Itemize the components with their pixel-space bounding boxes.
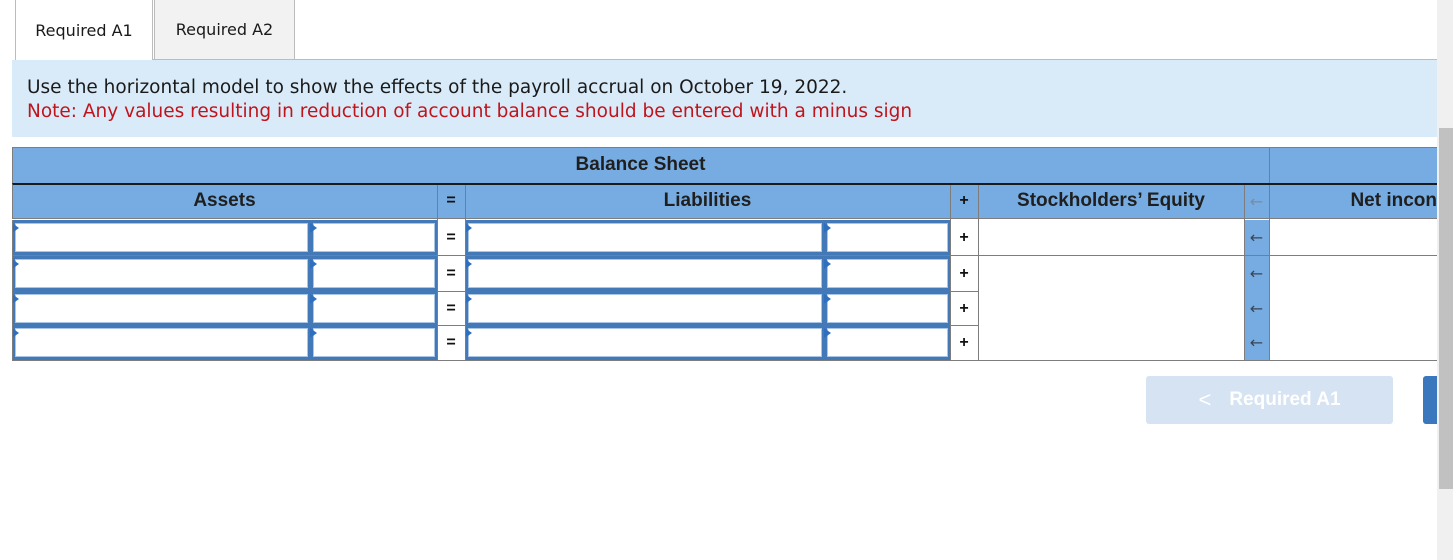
asset-account-select[interactable] bbox=[12, 220, 311, 255]
arrow-left-icon: ← bbox=[1244, 291, 1269, 326]
tab-bar: Required A1 Required A2 bbox=[15, 0, 295, 60]
column-divider bbox=[437, 185, 438, 220]
instruction-text: Use the horizontal model to show the eff… bbox=[27, 77, 848, 98]
column-divider bbox=[1269, 185, 1270, 220]
asset-amount-input[interactable] bbox=[310, 256, 438, 291]
stockholders-equity-header: Stockholders’ Equity bbox=[1017, 190, 1205, 211]
previous-button[interactable]: < Required A1 bbox=[1146, 376, 1393, 424]
asset-account-select[interactable] bbox=[12, 291, 311, 326]
assets-header: Assets bbox=[193, 190, 256, 211]
liability-account-select[interactable] bbox=[465, 256, 825, 291]
column-divider bbox=[465, 185, 466, 220]
column-divider bbox=[1244, 185, 1245, 220]
equity-cell bbox=[978, 291, 1244, 326]
arrow-left-icon: ← bbox=[1244, 325, 1269, 360]
asset-amount-input[interactable] bbox=[310, 291, 438, 326]
column-divider bbox=[437, 220, 438, 361]
plus-header: + bbox=[959, 192, 969, 209]
table-row: = + ← bbox=[12, 220, 1437, 255]
horizontal-model-table: Balance Sheet Assets = Liabilities + Sto… bbox=[12, 147, 1437, 361]
liability-amount-input[interactable] bbox=[824, 325, 951, 360]
plus-sign: + bbox=[959, 228, 969, 246]
column-divider bbox=[950, 185, 951, 220]
liabilities-header: Liabilities bbox=[663, 190, 752, 211]
column-divider bbox=[1244, 220, 1245, 361]
liability-account-select[interactable] bbox=[465, 220, 825, 255]
column-divider bbox=[465, 220, 466, 361]
table-row: = + ← bbox=[12, 256, 1437, 291]
equals-header: = bbox=[446, 192, 456, 209]
tab-required-a1[interactable]: Required A1 bbox=[15, 0, 153, 60]
liability-account-select[interactable] bbox=[465, 291, 825, 326]
instruction-box: Use the horizontal model to show the eff… bbox=[12, 60, 1437, 137]
plus-sign: + bbox=[959, 264, 969, 282]
plus-sign: + bbox=[959, 299, 969, 317]
tab-required-a2[interactable]: Required A2 bbox=[154, 0, 295, 60]
equals-sign: = bbox=[446, 228, 456, 246]
table-row: = + ← bbox=[12, 325, 1437, 360]
instruction-note: Note: Any values resulting in reduction … bbox=[27, 101, 913, 122]
arrow-left-icon: ← bbox=[1249, 191, 1264, 211]
row-divider bbox=[12, 360, 1437, 361]
liability-amount-input[interactable] bbox=[824, 220, 951, 255]
asset-amount-input[interactable] bbox=[310, 325, 438, 360]
equity-cell bbox=[978, 256, 1244, 291]
net-income-cell bbox=[1270, 220, 1437, 255]
liability-account-select[interactable] bbox=[465, 325, 825, 360]
column-divider bbox=[978, 185, 979, 220]
column-divider bbox=[950, 220, 951, 361]
net-income-header: Net incon bbox=[1350, 190, 1437, 211]
liability-amount-input[interactable] bbox=[824, 291, 951, 326]
plus-sign: + bbox=[959, 333, 969, 351]
arrow-left-icon: ← bbox=[1244, 256, 1269, 291]
equals-sign: = bbox=[446, 333, 456, 351]
balance-sheet-header: Balance Sheet bbox=[575, 154, 706, 175]
table-row: = + ← bbox=[12, 291, 1437, 326]
equity-cell bbox=[978, 220, 1244, 255]
asset-amount-input[interactable] bbox=[310, 220, 438, 255]
scrollbar-thumb[interactable] bbox=[1439, 128, 1453, 489]
column-divider bbox=[1269, 147, 1270, 183]
arrow-left-icon: ← bbox=[1244, 220, 1269, 255]
net-income-cell bbox=[1270, 256, 1437, 291]
equity-cell bbox=[978, 325, 1244, 360]
net-income-cell bbox=[1270, 325, 1437, 360]
equals-sign: = bbox=[446, 299, 456, 317]
equals-sign: = bbox=[446, 264, 456, 282]
column-divider bbox=[1269, 220, 1270, 361]
asset-account-select[interactable] bbox=[12, 256, 311, 291]
chevron-left-icon: < bbox=[1198, 387, 1212, 412]
previous-button-label: Required A1 bbox=[1229, 389, 1341, 410]
column-divider bbox=[978, 220, 979, 361]
net-income-cell bbox=[1270, 291, 1437, 326]
liability-amount-input[interactable] bbox=[824, 256, 951, 291]
asset-account-select[interactable] bbox=[12, 325, 311, 360]
column-divider bbox=[12, 220, 13, 361]
